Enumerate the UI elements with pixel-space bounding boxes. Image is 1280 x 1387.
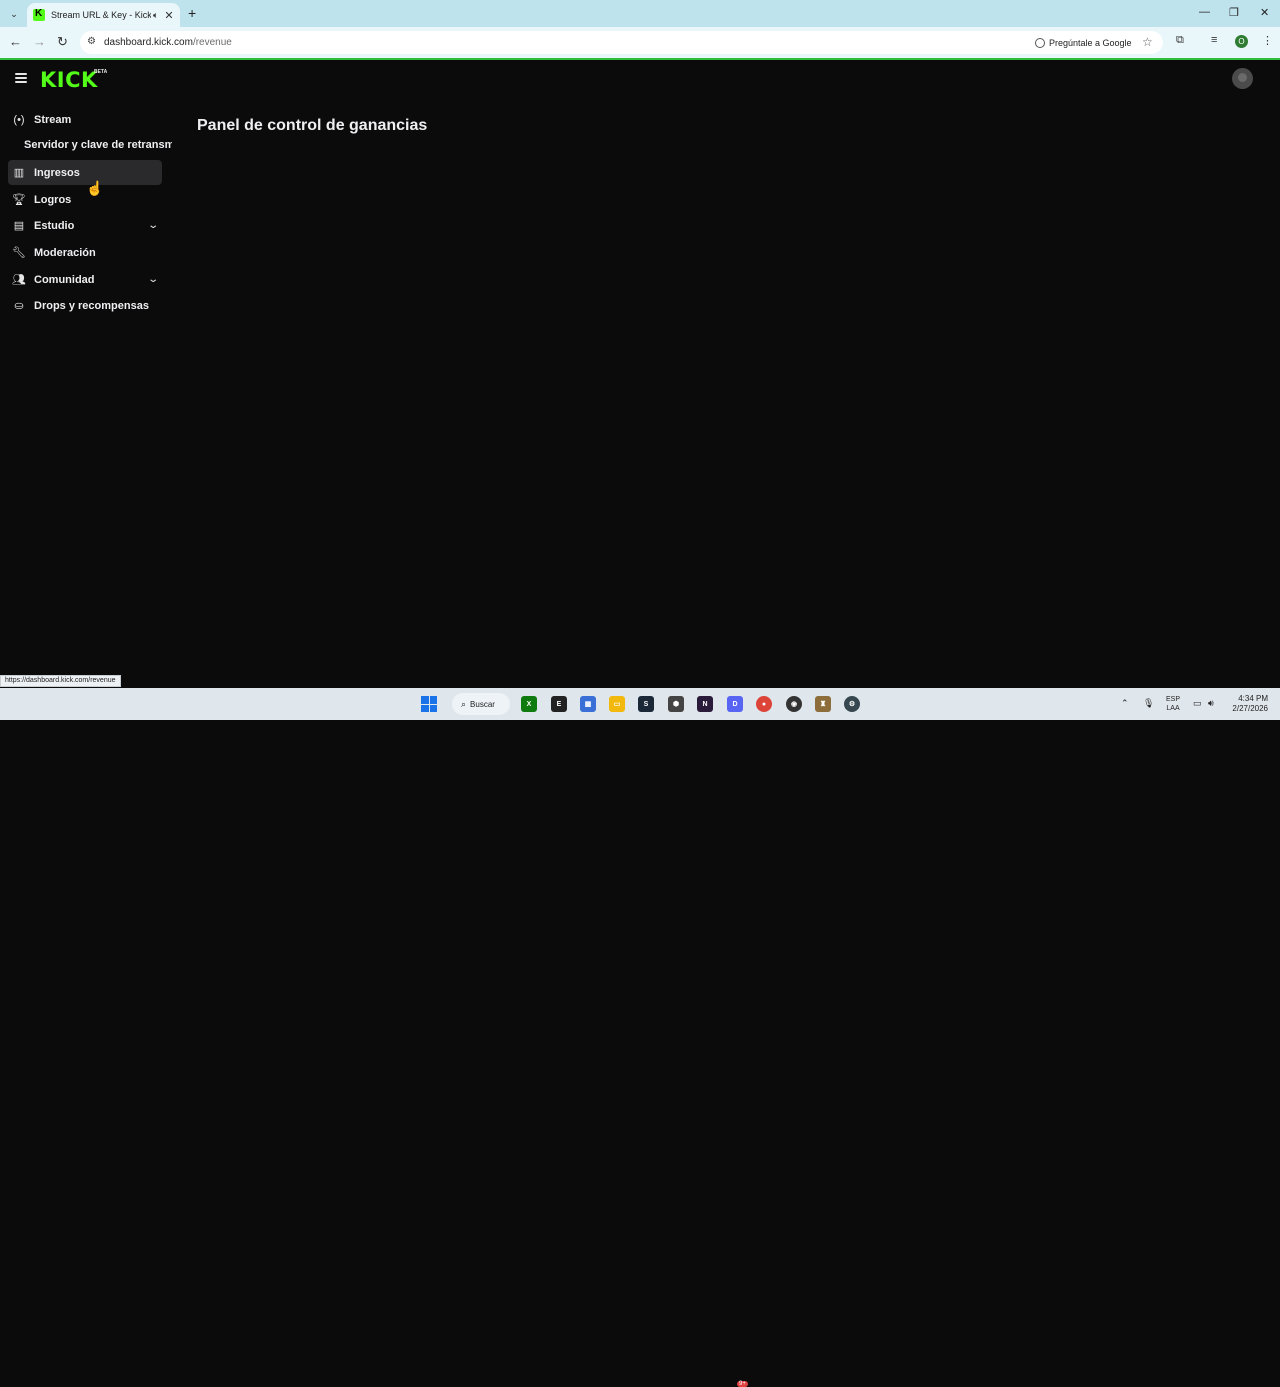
app-hexagon-icon[interactable]: ⬢ [668,696,684,712]
media-control-icon[interactable]: ≡ [1211,34,1217,46]
steam-icon[interactable]: S [638,696,654,712]
next-app-icon[interactable]: N [697,696,713,712]
site-info-icon[interactable]: ⚙ [87,36,96,47]
ask-google-button[interactable]: Pregúntale a Google [1029,34,1138,51]
sidebar-item-ingresos[interactable]: ▥ Ingresos [8,160,162,185]
page-title: Panel de control de ganancias [197,117,428,134]
user-avatar[interactable] [1232,68,1253,89]
clock-time: 4:34 PM [1238,694,1268,703]
sidebar-item-label: Logros [34,193,72,206]
sidebar-item-label: Drops y recompensas [34,299,149,312]
windows-start-icon[interactable] [421,696,437,712]
microsoft-store-icon[interactable]: ▦ [580,696,596,712]
discord-badge: 9+ [737,1381,748,1387]
trophy-icon: 🏆︎ [12,194,26,206]
back-arrow-icon[interactable]: ← [9,34,22,49]
sidebar-item-drops[interactable]: ⛀ Drops y recompensas [8,293,162,318]
sidebar-item-logros[interactable]: 🏆︎ Logros [8,187,162,212]
browser-tab[interactable]: Stream URL & Key - Kick Dashboard 🔈︎ ✕ [27,3,180,27]
tab-title: Stream URL & Key - Kick Dashboard [51,10,151,20]
windows-taskbar: ⌕ Buscar X E ▦ ▭ S ⬢ N D 9+ ● ◉ ♜ ⚙ ⌃ 🎙︎… [0,688,1280,1387]
microphone-icon[interactable]: 🎙︎ [1143,698,1154,709]
drops-icon: ⛀ [14,300,24,312]
taskbar-search-button[interactable]: ⌕ Buscar [452,693,510,715]
status-bar-url: https://dashboard.kick.com/revenue [0,675,121,687]
volume-icon[interactable]: 🔊︎ [1208,698,1214,709]
address-bar[interactable]: ⚙ dashboard.kick.com/revenue Pregúntale … [80,31,1163,54]
new-tab-plus-icon[interactable]: + [188,5,196,21]
extensions-icon[interactable]: ⧉ [1176,34,1184,47]
sidebar-item-label: Estudio [34,219,75,232]
bookmark-star-icon[interactable]: ☆ [1142,35,1153,49]
browser-tab-strip: ⌄ Stream URL & Key - Kick Dashboard 🔈︎ ✕… [0,0,1280,27]
browser-toolbar: ← → ↻ ⚙ dashboard.kick.com/revenue Pregú… [0,27,1280,58]
hamburger-menu-icon[interactable] [15,73,27,83]
chevron-down-icon[interactable]: ⌄ [147,220,159,231]
sidebar-item-comunidad[interactable]: 👥︎ Comunidad ⌄ [8,267,162,292]
speaker-icon[interactable]: 🔈︎ [153,10,158,21]
tray-chevron-up-icon[interactable]: ⌃ [1121,698,1129,709]
kick-dashboard: KICK BETA (•) Stream Servidor y clave de… [0,60,1280,688]
sidebar-subitem-server-key[interactable]: Servidor y clave de retransmisión [24,139,172,151]
studio-icon: ▤ [13,220,25,232]
url-path: /revenue [192,37,232,48]
wrench-icon: 🔧︎ [12,247,26,259]
language-indicator[interactable]: ESP LAA [1166,695,1180,713]
url-host: dashboard.kick.com [104,37,193,48]
discord-icon[interactable]: D [727,696,743,712]
tab-search-chevron-icon[interactable]: ⌄ [6,6,22,22]
hand-cursor-icon: ☝ [86,180,104,196]
revenue-chart-icon: ▥ [13,167,25,179]
ask-google-label: Pregúntale a Google [1049,37,1132,48]
beta-badge: BETA [94,69,108,75]
file-explorer-icon[interactable]: ▭ [609,696,625,712]
chrome-menu-icon[interactable]: ⋮ [1262,34,1273,47]
clock-date: 2/27/2026 [1232,704,1268,713]
taskbar-clock[interactable]: 4:34 PM 2/27/2026 [1230,694,1268,714]
search-label: Buscar [470,699,495,709]
network-icon[interactable]: ▭ [1193,698,1202,709]
url-text: dashboard.kick.com/revenue [104,37,232,48]
search-icon: ⌕ [461,698,467,709]
sidebar-item-estudio[interactable]: ▤ Estudio ⌄ [8,213,162,238]
forward-arrow-icon[interactable]: → [33,34,46,49]
keyboard-layout: LAA [1166,705,1180,712]
restore-icon[interactable]: ❐ [1229,6,1239,19]
close-window-icon[interactable]: ✕ [1260,6,1269,19]
sidebar-item-label: Moderación [34,246,96,259]
broadcast-icon: (•) [13,113,25,126]
sidebar-item-moderacion[interactable]: 🔧︎ Moderación [8,240,162,265]
obs-icon[interactable]: ◉ [786,696,802,712]
profile-avatar[interactable]: O [1235,35,1248,48]
kick-favicon-icon [33,8,45,21]
sidebar-item-label: Ingresos [34,166,80,179]
settings-app-icon[interactable]: ⚙ [844,696,860,712]
kick-logo[interactable]: KICK [40,68,98,92]
lang-code: ESP [1166,696,1181,703]
reload-icon[interactable]: ↻ [57,34,68,50]
close-tab-icon[interactable]: ✕ [164,9,173,22]
xbox-icon[interactable]: X [521,696,537,712]
chevron-down-icon[interactable]: ⌄ [147,274,159,285]
sidebar-item-label: Stream [34,113,72,126]
game-app-icon[interactable]: ♜ [815,696,831,712]
community-icon: 👥︎ [12,274,26,286]
sidebar-item-label: Comunidad [34,273,95,286]
minimize-icon[interactable]: — [1199,6,1210,18]
chrome-icon[interactable]: ● [756,696,772,712]
epic-games-icon[interactable]: E [551,696,567,712]
google-lens-icon [1035,37,1045,48]
sidebar-item-stream[interactable]: (•) Stream [8,107,162,132]
